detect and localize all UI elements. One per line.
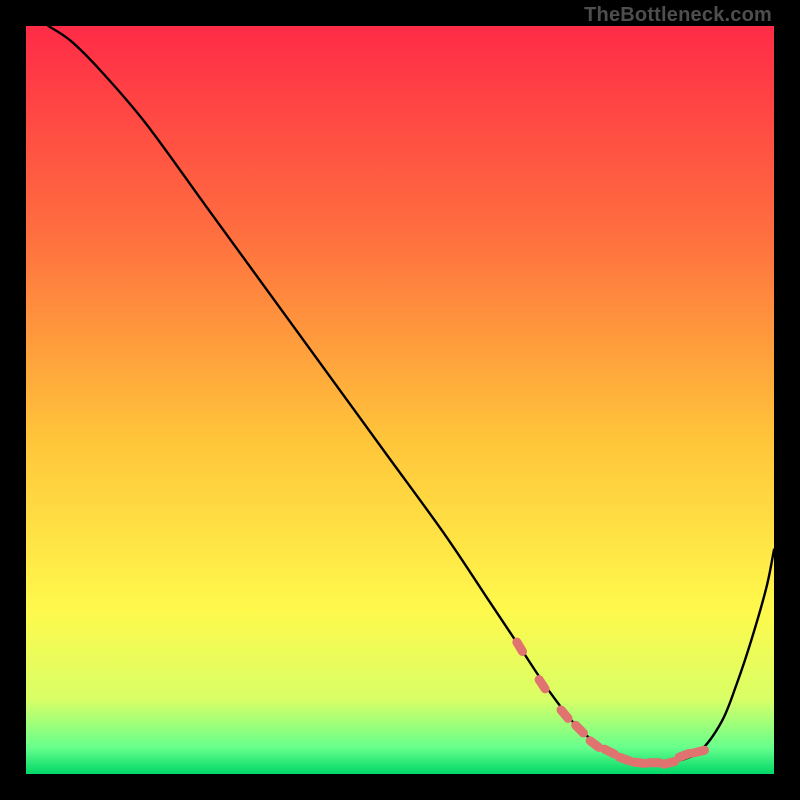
chart-frame: [26, 26, 774, 774]
watermark-text: TheBottleneck.com: [584, 4, 772, 27]
bottleneck-chart: [26, 26, 774, 774]
gradient-background: [26, 26, 774, 774]
